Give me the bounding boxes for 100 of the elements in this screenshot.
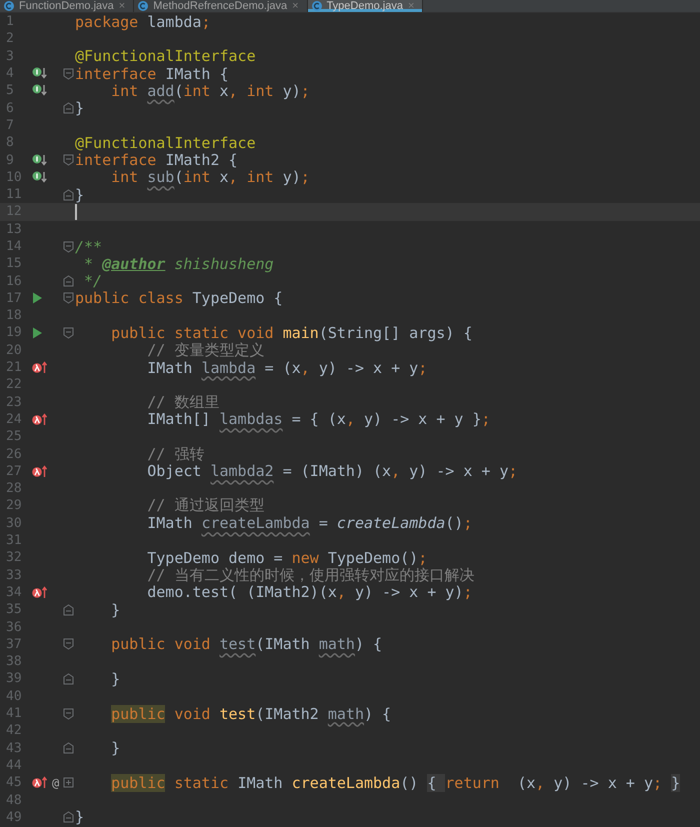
implemented-icon[interactable]	[32, 170, 48, 184]
code-line: /**	[75, 238, 102, 256]
line-number: 34	[5, 584, 23, 600]
implemented-icon[interactable]	[32, 67, 48, 80]
editor-tab[interactable]: TypeDemo.java ×	[308, 0, 424, 12]
line-number: 48	[5, 792, 23, 808]
expand-icon[interactable]	[62, 777, 74, 788]
line-number: 49	[5, 810, 23, 825]
unfold-icon[interactable]	[62, 604, 74, 616]
unfold-icon[interactable]	[62, 742, 74, 754]
code-line: // 通过返回类型	[146, 496, 264, 516]
line-number: 4	[5, 66, 15, 82]
line-number: 13	[5, 222, 23, 237]
code-line: int sub(int x, int y);	[110, 168, 310, 186]
code-line: TypeDemo demo = new TypeDemo();	[146, 548, 428, 567]
code-line: interface IMath {	[75, 64, 229, 83]
lambda-icon[interactable]	[32, 776, 48, 790]
line-number: 25	[5, 429, 23, 444]
line-number: 28	[5, 481, 23, 496]
code-line: }	[110, 739, 120, 758]
fold-icon[interactable]	[62, 638, 74, 650]
run-icon[interactable]	[32, 292, 43, 304]
code-line: }	[75, 808, 84, 826]
unfold-icon[interactable]	[62, 811, 74, 824]
line-number: 1	[5, 14, 15, 30]
code-line: // 变量类型定义	[147, 340, 264, 360]
code-line: */	[83, 272, 102, 290]
lambda-icon[interactable]	[32, 412, 48, 426]
line-number: 24	[5, 412, 23, 427]
line-number: 27	[5, 464, 23, 479]
line-number: 9	[5, 152, 15, 168]
close-icon[interactable]: ×	[292, 0, 299, 12]
line-number: 36	[5, 620, 23, 635]
line-number: 17	[5, 290, 23, 306]
fold-icon[interactable]	[62, 154, 74, 166]
line-number: 40	[5, 688, 23, 704]
code-line: * @author shishusheng	[83, 254, 274, 273]
run-icon[interactable]	[32, 326, 43, 339]
fold-icon[interactable]	[62, 68, 74, 80]
line-number: 8	[5, 135, 15, 150]
code-line: public static void main(String[] args) {	[110, 324, 472, 342]
line-number: 15	[5, 256, 23, 272]
fold-icon[interactable]	[62, 326, 74, 339]
line-number: 19	[5, 325, 23, 340]
line-number: 37	[5, 636, 23, 652]
line-number: 29	[5, 498, 23, 514]
unfold-icon[interactable]	[62, 102, 74, 114]
line-number: 45	[5, 775, 23, 790]
line-number: 2	[5, 31, 15, 46]
fold-icon[interactable]	[62, 292, 74, 304]
line-number: 22	[5, 377, 23, 392]
line-number: 20	[5, 342, 23, 358]
line-number: 31	[5, 533, 23, 548]
lambda-icon[interactable]	[32, 464, 48, 478]
code-line: public class TypeDemo {	[75, 289, 283, 308]
code-line: }	[110, 600, 120, 619]
unfold-icon[interactable]	[62, 188, 74, 201]
line-number: 23	[5, 394, 23, 410]
implemented-icon[interactable]	[32, 154, 48, 167]
code-line: public void test(IMath math) {	[110, 635, 382, 654]
class-icon	[4, 1, 14, 11]
implemented-icon[interactable]	[32, 84, 48, 98]
lambda-icon[interactable]	[32, 361, 48, 374]
line-number: 6	[5, 100, 15, 116]
line-number: 41	[5, 706, 23, 722]
code-line: @FunctionalInterface	[75, 134, 256, 152]
line-number: 39	[5, 671, 23, 686]
line-number: 42	[5, 723, 23, 738]
line-number: 32	[5, 550, 23, 566]
code-line: @FunctionalInterface	[75, 47, 256, 66]
line-number: 10	[5, 170, 23, 185]
code-line: // 数组里	[146, 392, 220, 412]
fold-icon[interactable]	[62, 708, 74, 720]
code-line: IMath createLambda = createLambda();	[146, 514, 472, 532]
line-number: 30	[5, 516, 23, 531]
line-number: 43	[5, 740, 23, 756]
code-line: Object lambda2 = (IMath) (x, y) -> x + y;	[146, 462, 518, 480]
line-number: 5	[5, 83, 15, 98]
close-icon[interactable]: ×	[118, 0, 126, 12]
unfold-icon[interactable]	[62, 275, 74, 288]
code-line: IMath[] lambdas = { (x, y) -> x + y };	[146, 410, 490, 428]
line-number: 44	[5, 758, 23, 773]
unfold-icon[interactable]	[62, 672, 74, 685]
code-line: interface IMath2 {	[75, 151, 238, 170]
code-line: // 当有二义性的时候，使用强转对应的接口解决	[146, 566, 474, 585]
code-line: // 强转	[146, 444, 204, 464]
code-line: IMath lambda = (x, y) -> x + y;	[146, 358, 428, 377]
lambda-icon[interactable]	[32, 586, 48, 599]
line-number: 14	[5, 239, 23, 254]
line-number: 7	[5, 118, 15, 133]
fold-icon[interactable]	[62, 240, 74, 252]
line-number: 18	[5, 308, 23, 324]
class-icon	[312, 1, 322, 11]
text-caret	[75, 204, 77, 220]
annotation-marker[interactable]: @	[52, 776, 60, 790]
class-icon	[138, 1, 148, 11]
code-line: demo.test( (IMath2)(x, y) -> x + y);	[146, 583, 472, 602]
code-line: }	[75, 99, 84, 118]
line-number: 26	[5, 446, 23, 462]
line-number: 3	[5, 48, 15, 64]
